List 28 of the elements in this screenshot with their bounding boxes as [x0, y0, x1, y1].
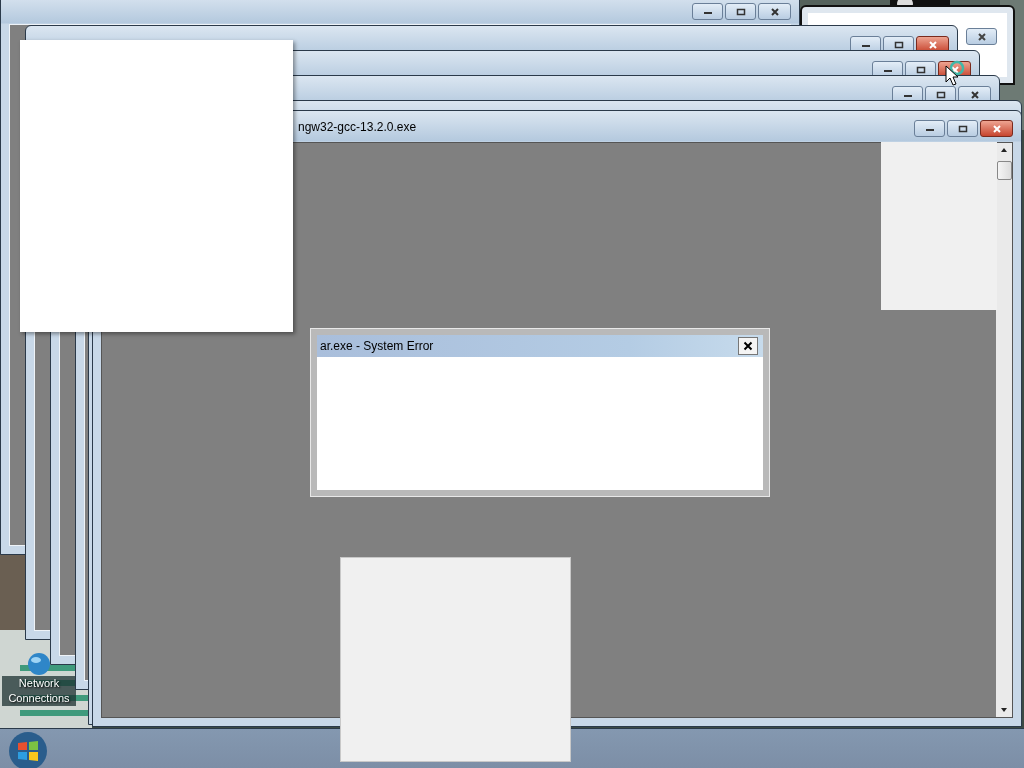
- minimize-button[interactable]: [692, 3, 723, 20]
- close-button[interactable]: [758, 3, 791, 20]
- maximize-icon: [735, 7, 746, 16]
- scroll-up-icon[interactable]: [1000, 147, 1008, 153]
- close-icon: [969, 90, 980, 99]
- close-button[interactable]: [980, 120, 1013, 137]
- scroll-down-icon[interactable]: [1000, 707, 1008, 713]
- maximize-icon: [935, 90, 946, 99]
- busy-pointer-icon: [944, 60, 966, 86]
- close-icon: [927, 40, 938, 49]
- close-icon: [769, 7, 780, 16]
- maximize-button[interactable]: [947, 120, 978, 137]
- maximize-icon: [915, 65, 926, 74]
- globe-icon[interactable]: [27, 652, 51, 676]
- close-button[interactable]: [966, 28, 997, 45]
- close-icon: [991, 124, 1002, 133]
- desktop-icon-label[interactable]: Network Connections: [2, 676, 76, 706]
- start-button[interactable]: [8, 731, 48, 768]
- close-icon: [743, 341, 753, 351]
- window-title: ngw32-gcc-13.2.0.exe: [298, 119, 417, 134]
- minimize-button[interactable]: [914, 120, 945, 137]
- maximize-icon: [893, 40, 904, 49]
- maximize-button[interactable]: [725, 3, 756, 20]
- close-button[interactable]: [738, 337, 758, 355]
- scrollbar[interactable]: [996, 143, 1012, 717]
- maximize-icon: [957, 124, 968, 133]
- close-icon: [976, 32, 987, 41]
- dialog-title: ar.exe - System Error: [320, 339, 434, 353]
